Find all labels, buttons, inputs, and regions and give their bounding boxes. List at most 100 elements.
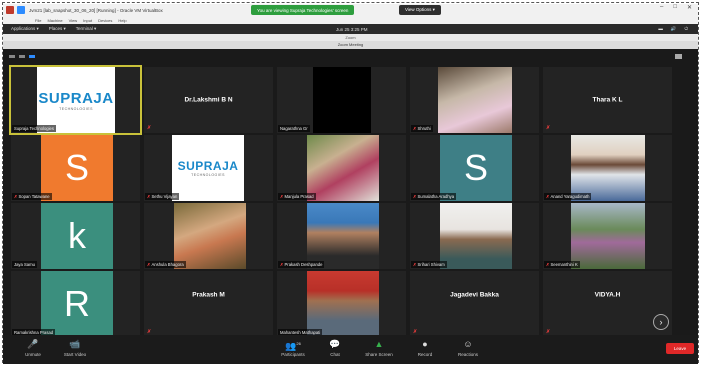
minimize-icon[interactable]: – <box>660 4 663 11</box>
participant-name: ✗Prakash Deshpande <box>278 261 325 268</box>
participant-tile[interactable]: Mahantesh Mathapati <box>277 271 406 337</box>
video-off-icon: 📹 <box>69 339 81 349</box>
meeting-toolbar: 🎤 Unmute 📹 Start Video 👥26 Participants … <box>3 335 698 364</box>
app-subtitle: Zoom <box>3 34 698 41</box>
participant-name: ✗Shruthi <box>411 125 433 132</box>
participant-tile[interactable]: VIDYA.H ✗ <box>543 271 672 337</box>
participant-name: ✗Sopan Tatawane <box>12 193 52 200</box>
power-icon: ⏻ <box>684 26 688 31</box>
participant-photo <box>438 67 512 133</box>
record-icon: ● <box>422 339 428 349</box>
places-menu[interactable]: Places ▾ <box>49 26 66 32</box>
participants-icon: 👥26 <box>285 341 301 351</box>
menu-file[interactable]: File <box>35 18 41 23</box>
close-icon[interactable]: ✕ <box>687 4 692 11</box>
supraja-logo: SUPRAJA TECHNOLOGIES <box>37 67 115 133</box>
view-mode-icons[interactable] <box>9 55 35 58</box>
mic-off-icon: 🎤 <box>27 339 39 349</box>
start-video-button[interactable]: 📹 Start Video <box>55 338 95 357</box>
participant-name: Supraja Technologies <box>12 125 56 132</box>
share-screen-button[interactable]: ▲ Share Screen <box>359 338 399 357</box>
system-tray[interactable]: ▬ 🔊 ⏻ <box>658 26 688 32</box>
participant-photo <box>174 203 246 269</box>
participant-photo <box>440 203 512 269</box>
supraja-logo: SUPRAJA TECHNOLOGIES <box>172 135 244 201</box>
menu-devices[interactable]: Devices <box>98 18 112 23</box>
vm-titlebar: Jvm21 [lab_snapshot_30_06_20] [Running] … <box>3 4 698 16</box>
record-button[interactable]: ● Record <box>405 338 445 357</box>
chevron-right-icon[interactable]: › <box>653 314 669 330</box>
participant-tile[interactable]: ✗Anshula Bhagora <box>144 203 273 269</box>
zoom-gallery: SUPRAJA TECHNOLOGIES Supraja Technologie… <box>3 49 698 344</box>
participants-button[interactable]: 👥26 Participants <box>273 338 313 357</box>
participant-tile[interactable]: S ✗Sumalatha Aradhya <box>410 135 539 201</box>
participant-tile[interactable]: ✗Shruthi <box>410 67 539 133</box>
participant-photo <box>307 135 379 201</box>
reactions-icon: ☺ <box>463 339 473 349</box>
network-icon: ▬ <box>658 26 663 31</box>
menu-view[interactable]: View <box>69 18 78 23</box>
participant-photo <box>571 203 645 269</box>
chat-icon: 💬 <box>329 339 341 349</box>
participant-display-name: Jagadevi Bakka <box>450 291 499 299</box>
clock[interactable]: Jun 25 3:25 PM <box>336 27 368 32</box>
vm-window-title: Jvm21 [lab_snapshot_30_06_20] [Running] … <box>29 7 163 13</box>
participant-tile[interactable]: Dr.Lakshmi B N ✗ <box>144 67 273 133</box>
volume-icon: 🔊 <box>670 26 677 31</box>
participant-tile[interactable]: ✗Srihari Shivam <box>410 203 539 269</box>
applications-menu[interactable]: Applications ▾ <box>11 26 39 32</box>
menu-help[interactable]: Help <box>118 18 126 23</box>
participant-display-name: Thara K L <box>592 96 623 104</box>
reactions-button[interactable]: ☺ Reactions <box>448 338 488 357</box>
maximize-icon[interactable]: □ <box>673 4 677 11</box>
mic-muted-icon: ✗ <box>147 125 152 131</box>
participant-tile[interactable]: Nagarathna Gr <box>277 67 406 133</box>
participant-name: ✗Anshula Bhagora <box>145 261 186 268</box>
participant-name: ✗Manjula Prasad <box>278 193 316 200</box>
participant-name: Nagarathna Gr <box>278 125 310 132</box>
participant-tile[interactable]: SUPRAJA TECHNOLOGIES ✗Sethu Vijayan <box>144 135 273 201</box>
participant-name: ✗Seemanthini K <box>544 261 580 268</box>
avatar: k <box>41 203 113 269</box>
menu-input[interactable]: Input <box>83 18 92 23</box>
participant-tile[interactable]: SUPRAJA TECHNOLOGIES Supraja Technologie… <box>9 65 142 135</box>
participant-tile[interactable]: ✗Seemanthini K <box>543 203 672 269</box>
avatar: S <box>440 135 512 201</box>
participant-display-name: Prakash M <box>192 291 225 299</box>
participant-photo <box>307 203 379 269</box>
participant-display-name: VIDYA.H <box>594 291 621 299</box>
participant-name: ✗Sumalatha Aradhya <box>411 193 457 200</box>
unmute-button[interactable]: 🎤 Unmute <box>13 338 53 357</box>
video-feed <box>313 67 371 133</box>
participant-name: ✗Sethu Vijayan <box>145 193 180 200</box>
gnome-top-bar: Applications ▾ Places ▾ Terminal ▾ Jun 2… <box>3 24 698 34</box>
participant-name: Jaya Samu <box>12 261 37 268</box>
virtualbox-icon <box>6 6 14 14</box>
participant-display-name: Dr.Lakshmi B N <box>184 96 233 104</box>
participant-name: ✗Srihari Shivam <box>411 261 447 268</box>
terminal-menu[interactable]: Terminal ▾ <box>76 26 97 32</box>
window-controls: – □ ✕ <box>660 4 692 11</box>
participant-photo <box>307 271 379 337</box>
participant-tile[interactable]: Thara K L ✗ <box>543 67 672 133</box>
participant-tile[interactable]: Prakash M ✗ <box>144 271 273 337</box>
zoom-app-icon <box>17 6 25 14</box>
participant-tile[interactable]: R Ramakrishna Prasad <box>11 271 140 337</box>
participant-name: ✗Anand Yaragudimath <box>544 193 592 200</box>
view-options-button[interactable]: View Options ▾ <box>399 5 441 15</box>
zoom-window-title: Zoom Meeting <box>3 41 698 49</box>
participant-tile[interactable]: S ✗Sopan Tatawane <box>11 135 140 201</box>
fullscreen-icon[interactable] <box>675 54 682 59</box>
participant-tile[interactable]: ✗Prakash Deshpande <box>277 203 406 269</box>
mic-muted-icon: ✗ <box>546 125 551 131</box>
avatar: S <box>41 135 113 201</box>
participant-tile[interactable]: Jagadevi Bakka ✗ <box>410 271 539 337</box>
screen-share-banner: You are viewing Supraja Technologies' sc… <box>251 5 355 15</box>
leave-button[interactable]: Leave <box>666 343 694 354</box>
participant-tile[interactable]: ✗Anand Yaragudimath <box>543 135 672 201</box>
vm-menubar: File Machine View Input Devices Help <box>3 16 698 24</box>
participant-tile[interactable]: k Jaya Samu <box>11 203 140 269</box>
menu-machine[interactable]: Machine <box>47 18 62 23</box>
chat-button[interactable]: 💬 Chat <box>315 338 355 357</box>
participant-tile[interactable]: ✗Manjula Prasad <box>277 135 406 201</box>
